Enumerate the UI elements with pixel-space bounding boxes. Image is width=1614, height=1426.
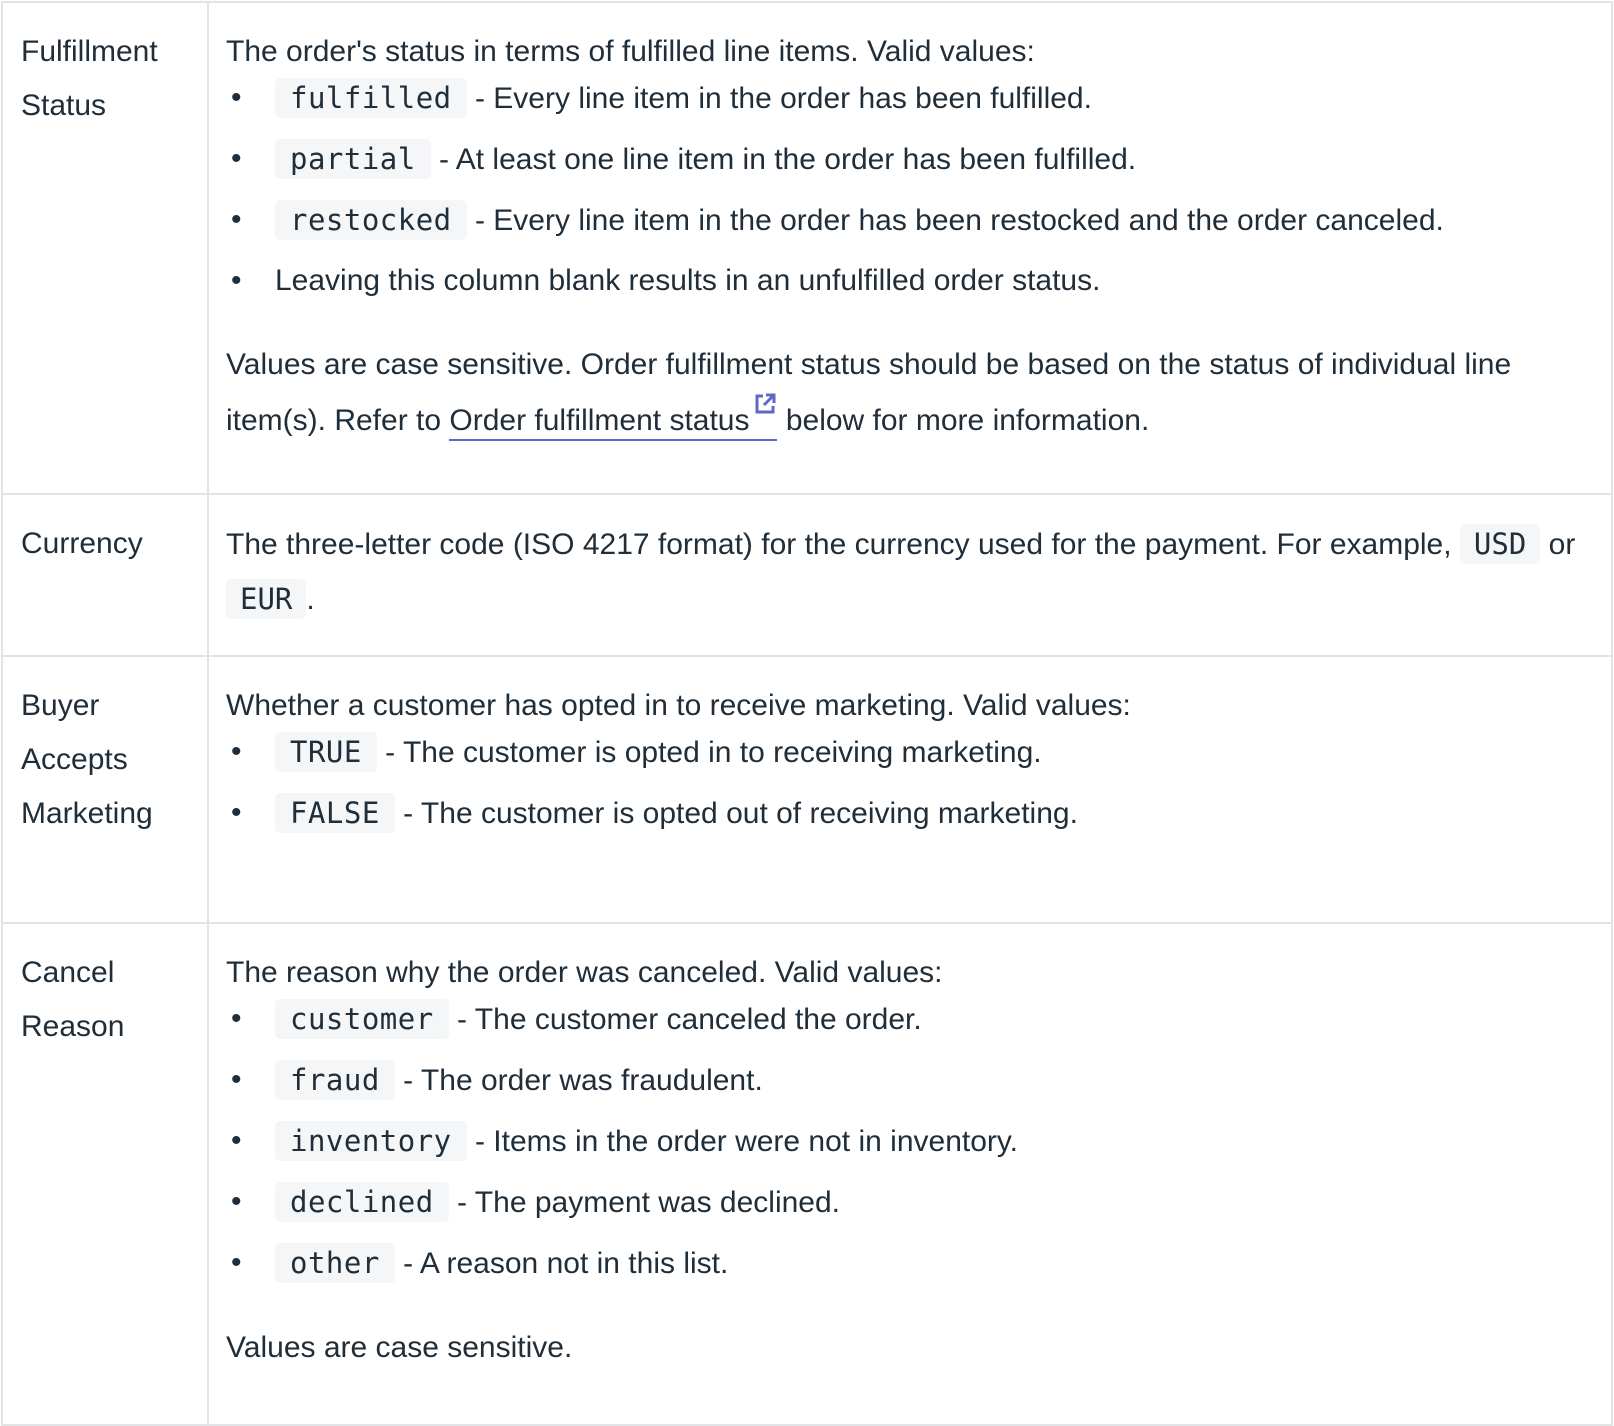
external-link-icon [755, 393, 776, 414]
list-item: • FALSE - The customer is opted out of re… [226, 793, 1591, 833]
field-description: The order's status in terms of fulfilled… [207, 1, 1613, 495]
field-description: Whether a customer has opted in to recei… [207, 655, 1613, 924]
table-row-fulfillment-status: Fulfillment Status The order's status in… [1, 1, 1613, 495]
description-intro: The order's status in terms of fulfilled… [226, 35, 1035, 68]
value-code: declined [275, 1182, 449, 1222]
field-description: The three-letter code (ISO 4217 format) … [207, 493, 1613, 657]
valid-values-list: • TRUE - The customer is opted in to rece… [226, 732, 1591, 833]
bullet-icon: • [231, 796, 242, 829]
note-text: below for more information. [777, 404, 1150, 437]
value-description: - The customer is opted out of receiving… [394, 797, 1078, 830]
value-code: customer [275, 999, 449, 1039]
list-item: • customer - The customer canceled the or… [226, 999, 1591, 1039]
value-description: - Every line item in the order has been … [466, 204, 1444, 237]
separator-text: or [1540, 528, 1576, 561]
field-description: The reason why the order was canceled. V… [207, 922, 1613, 1426]
field-name: Cancel Reason [1, 922, 209, 1426]
bullet-icon: • [231, 1246, 242, 1279]
bullet-icon: • [231, 81, 242, 114]
value-description: Leaving this column blank results in an … [275, 264, 1101, 297]
list-item: • TRUE - The customer is opted in to rece… [226, 732, 1591, 772]
list-item: • fraud - The order was fraudulent. [226, 1060, 1591, 1100]
description-intro: Whether a customer has opted in to recei… [226, 689, 1131, 722]
table-row-cancel-reason: Cancel Reason The reason why the order w… [1, 922, 1613, 1426]
value-description: - The order was fraudulent. [394, 1064, 763, 1097]
valid-values-list: • fulfilled - Every line item in the orde… [226, 78, 1591, 298]
value-description: - The payment was declined. [448, 1186, 841, 1219]
value-code: restocked [275, 200, 467, 240]
valid-values-list: • customer - The customer canceled the or… [226, 999, 1591, 1283]
bullet-icon: • [231, 1124, 242, 1157]
value-code: USD [1459, 524, 1541, 564]
value-description: - A reason not in this list. [394, 1247, 729, 1280]
bullet-icon: • [231, 142, 242, 175]
description-text: The three-letter code (ISO 4217 format) … [226, 517, 1591, 627]
list-item: • restocked - Every line item in the orde… [226, 200, 1591, 240]
field-name: Fulfillment Status [1, 1, 209, 495]
value-code: fulfilled [275, 78, 467, 118]
list-item: • other - A reason not in this list. [226, 1243, 1591, 1283]
value-description: - Every line item in the order has been … [466, 82, 1092, 115]
period-text: . [306, 583, 315, 616]
bullet-icon: • [231, 203, 242, 236]
field-name: Currency [1, 493, 209, 657]
list-item: • fulfilled - Every line item in the orde… [226, 78, 1591, 118]
value-code: inventory [275, 1121, 467, 1161]
bullet-icon: • [231, 264, 242, 297]
value-code: EUR [226, 579, 307, 619]
table-row-buyer-accepts-marketing: Buyer Accepts Marketing Whether a custom… [1, 655, 1613, 924]
description-note: Values are case sensitive. [226, 1331, 573, 1364]
list-item: • Leaving this column blank results in an… [226, 264, 1591, 298]
list-item: • inventory - Items in the order were not… [226, 1121, 1591, 1161]
value-code: partial [275, 139, 431, 179]
value-description: - The customer is opted in to receiving … [376, 736, 1042, 769]
bullet-icon: • [231, 1002, 242, 1035]
link-text[interactable]: Order fulfillment status [449, 404, 749, 437]
value-description: - The customer canceled the order. [448, 1003, 922, 1036]
description-intro: The reason why the order was canceled. V… [226, 956, 943, 989]
order-fulfillment-status-link[interactable]: Order fulfillment status [449, 393, 778, 441]
field-spec-table: Fulfillment Status The order's status in… [1, 1, 1613, 1426]
list-item: • declined - The payment was declined. [226, 1182, 1591, 1222]
list-item: • partial - At least one line item in the… [226, 139, 1591, 179]
value-description: - At least one line item in the order ha… [430, 143, 1137, 176]
value-code: other [275, 1243, 395, 1283]
field-name: Buyer Accepts Marketing [1, 655, 209, 924]
bullet-icon: • [231, 1185, 242, 1218]
value-description: - Items in the order were not in invento… [466, 1125, 1018, 1158]
bullet-icon: • [231, 1063, 242, 1096]
table-row-currency: Currency The three-letter code (ISO 4217… [1, 493, 1613, 657]
bullet-icon: • [231, 735, 242, 768]
value-code: fraud [275, 1060, 395, 1100]
value-code: FALSE [275, 793, 395, 833]
description-note: Values are case sensitive. Order fulfill… [226, 338, 1591, 448]
value-code: TRUE [275, 732, 377, 772]
description-intro: The three-letter code (ISO 4217 format) … [226, 528, 1460, 561]
